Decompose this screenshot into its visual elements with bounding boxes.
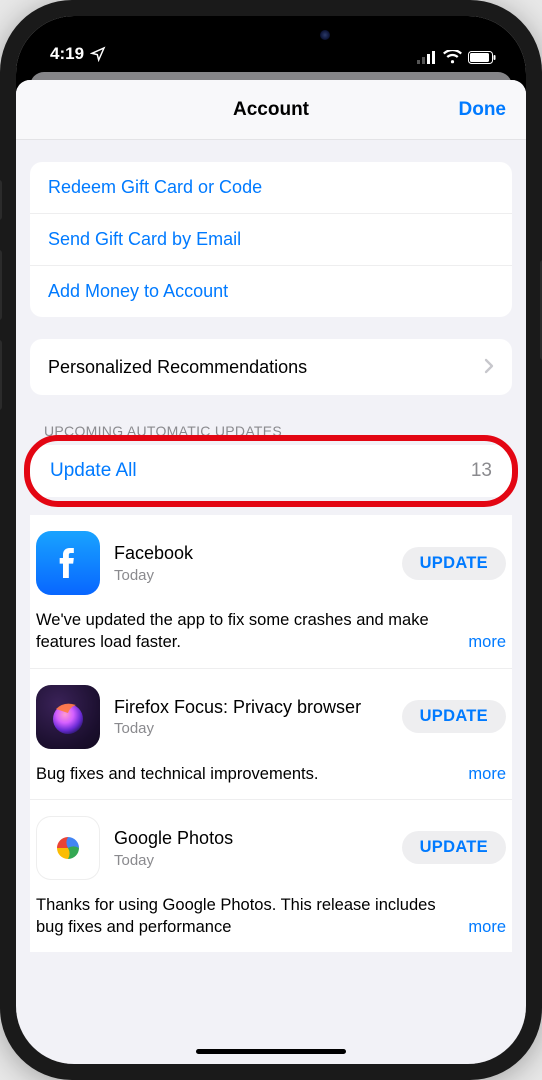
more-link[interactable]: more <box>468 916 506 938</box>
cellular-icon <box>417 51 437 64</box>
app-name: Google Photos <box>114 827 388 850</box>
recommendations-card: Personalized Recommendations <box>30 339 512 395</box>
account-sheet: Account Done Redeem Gift Card or Code Se… <box>16 80 526 1064</box>
add-money-row[interactable]: Add Money to Account <box>30 265 512 317</box>
recommendations-label: Personalized Recommendations <box>48 357 307 378</box>
location-icon <box>90 46 106 62</box>
update-all-count: 13 <box>471 460 492 482</box>
redeem-label: Redeem Gift Card or Code <box>48 177 262 198</box>
redeem-gift-card-row[interactable]: Redeem Gift Card or Code <box>30 162 512 213</box>
app-desc: Thanks for using Google Photos. This rel… <box>36 894 456 939</box>
battery-icon <box>468 51 496 64</box>
updates-section-header: UPCOMING AUTOMATIC UPDATES <box>44 423 498 439</box>
app-date: Today <box>114 720 388 737</box>
content-scroll[interactable]: Redeem Gift Card or Code Send Gift Card … <box>16 140 526 1064</box>
screen: 4:19 <box>16 16 526 1064</box>
app-desc: We've updated the app to fix some crashe… <box>36 609 456 654</box>
firefox-focus-icon <box>36 685 100 749</box>
app-item-google-photos: Google Photos Today UPDATE Thanks for us… <box>30 799 512 953</box>
send-gift-label: Send Gift Card by Email <box>48 229 241 250</box>
mute-switch <box>0 180 2 220</box>
personalized-recommendations-row[interactable]: Personalized Recommendations <box>30 339 512 395</box>
update-all-container: Update All 13 <box>30 445 512 497</box>
sheet-stack: Account Done Redeem Gift Card or Code Se… <box>16 70 526 1064</box>
app-desc: Bug fixes and technical improvements. <box>36 763 456 785</box>
home-indicator[interactable] <box>196 1049 346 1054</box>
update-button[interactable]: UPDATE <box>402 700 506 733</box>
app-name: Firefox Focus: Privacy browser <box>114 696 388 719</box>
update-all-row[interactable]: Update All 13 <box>30 445 512 497</box>
volume-up <box>0 250 2 320</box>
google-photos-icon <box>36 816 100 880</box>
update-button[interactable]: UPDATE <box>402 547 506 580</box>
wifi-icon <box>443 50 462 64</box>
update-all-label: Update All <box>50 460 137 482</box>
send-gift-card-row[interactable]: Send Gift Card by Email <box>30 213 512 265</box>
app-item-firefox-focus: Firefox Focus: Privacy browser Today UPD… <box>30 668 512 799</box>
notch <box>156 16 386 50</box>
app-updates-list: Facebook Today UPDATE We've updated the … <box>30 515 512 952</box>
more-link[interactable]: more <box>468 631 506 653</box>
app-date: Today <box>114 567 388 584</box>
app-name: Facebook <box>114 542 388 565</box>
update-button[interactable]: UPDATE <box>402 831 506 864</box>
add-money-label: Add Money to Account <box>48 281 228 302</box>
more-link[interactable]: more <box>468 763 506 785</box>
facebook-icon <box>36 531 100 595</box>
actions-card: Redeem Gift Card or Code Send Gift Card … <box>30 162 512 317</box>
done-button[interactable]: Done <box>459 99 507 121</box>
chevron-right-icon <box>484 354 494 380</box>
volume-down <box>0 340 2 410</box>
page-title: Account <box>233 99 309 121</box>
app-item-facebook: Facebook Today UPDATE We've updated the … <box>30 515 512 668</box>
app-date: Today <box>114 852 388 869</box>
device-frame: 4:19 <box>0 0 542 1080</box>
nav-bar: Account Done <box>16 80 526 140</box>
status-time: 4:19 <box>50 44 84 64</box>
